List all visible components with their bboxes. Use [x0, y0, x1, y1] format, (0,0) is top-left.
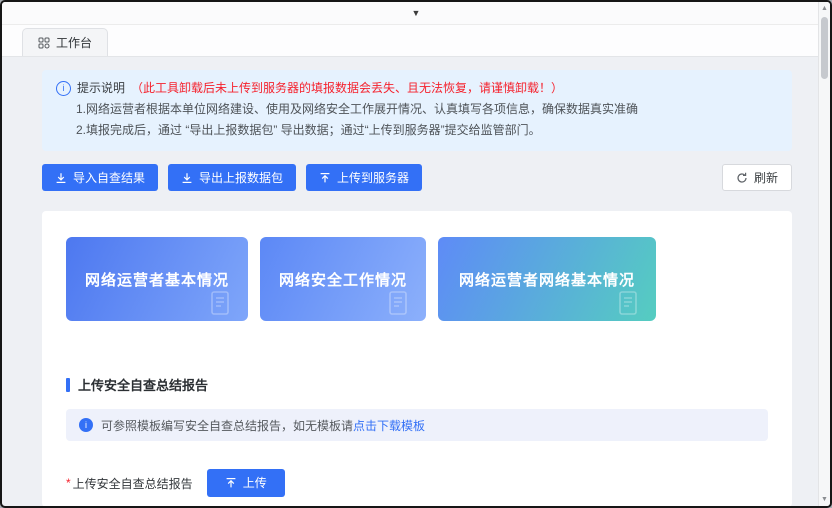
scrollbar-thumb[interactable] — [821, 17, 828, 79]
document-watermark-icon — [386, 290, 410, 316]
upload-icon — [225, 477, 237, 489]
refresh-button-label: 刷新 — [754, 172, 778, 184]
upload-to-server-button[interactable]: 上传到服务器 — [306, 164, 422, 191]
card-security-work[interactable]: 网络安全工作情况 — [260, 237, 426, 321]
section-title-row: 上传安全自查总结报告 — [66, 375, 768, 394]
scroll-down-icon[interactable]: ▼ — [821, 496, 828, 503]
upload-button-label: 上传 — [243, 477, 267, 489]
import-self-check-button[interactable]: 导入自查结果 — [42, 164, 158, 191]
download-icon — [55, 172, 67, 184]
grid-icon — [38, 37, 50, 49]
card-operator-basic-info[interactable]: 网络运营者基本情况 — [66, 237, 248, 321]
card-operator-network-info[interactable]: 网络运营者网络基本情况 — [438, 237, 656, 321]
card-label: 网络安全工作情况 — [279, 269, 407, 290]
export-button-label: 导出上报数据包 — [199, 172, 283, 184]
upload-cloud-icon — [319, 172, 331, 184]
download-icon — [181, 172, 193, 184]
required-mark: * — [66, 476, 71, 490]
export-data-package-button[interactable]: 导出上报数据包 — [168, 164, 296, 191]
notice-alert: i 提示说明 （此工具卸载后未上传到服务器的填报数据会丢失、且无法恢复，请谨慎卸载… — [42, 70, 792, 151]
alert-headline: i 提示说明 （此工具卸载后未上传到服务器的填报数据会丢失、且无法恢复，请谨慎卸载… — [56, 79, 778, 98]
section-marker — [66, 378, 70, 392]
collapse-arrow-icon[interactable]: ▼ — [412, 9, 421, 18]
main-content: i 提示说明 （此工具卸载后未上传到服务器的填报数据会丢失、且无法恢复，请谨慎卸载… — [2, 57, 830, 503]
import-button-label: 导入自查结果 — [73, 172, 145, 184]
vertical-scrollbar[interactable]: ▲ ▼ — [818, 2, 830, 506]
download-template-link[interactable]: 点击下载模板 — [353, 419, 425, 433]
tab-workbench[interactable]: 工作台 — [22, 28, 108, 56]
toolbar-collapse-strip: ▼ — [2, 2, 830, 25]
document-watermark-icon — [616, 290, 640, 316]
info-circle-icon: i — [56, 81, 71, 96]
alert-title: 提示说明 — [77, 79, 125, 98]
scroll-up-icon[interactable]: ▲ — [821, 5, 828, 12]
template-hint-bar: i 可参照模板编写安全自查总结报告，如无模板请点击下载模板 — [66, 409, 768, 441]
app-window: ▼ 工作台 i 提示说明 （此工具卸载后未上传到服务器的填报数据会丢失、且无法恢复… — [0, 0, 832, 508]
upload-server-button-label: 上传到服务器 — [337, 172, 409, 184]
refresh-button[interactable]: 刷新 — [722, 164, 792, 191]
tab-label: 工作台 — [56, 34, 92, 51]
refresh-icon — [736, 172, 748, 184]
upload-report-row: * 上传安全自查总结报告 上传 — [66, 469, 768, 497]
hint-text: 可参照模板编写安全自查总结报告，如无模板请点击下载模板 — [101, 417, 425, 434]
info-filled-icon: i — [79, 418, 93, 432]
alert-warning-text: （此工具卸载后未上传到服务器的填报数据会丢失、且无法恢复，请谨慎卸载！） — [131, 79, 563, 98]
alert-line-2: 2.填报完成后，通过 “导出上报数据包” 导出数据；通过“上传到服务器”提交给监… — [56, 121, 778, 140]
alert-line-1: 1.网络运营者根据本单位网络建设、使用及网络安全工作展开情况、认真填写各项信息，… — [56, 100, 778, 119]
card-label: 网络运营者网络基本情况 — [459, 269, 635, 290]
workbench-panel: 网络运营者基本情况 网络安全工作情况 — [42, 211, 792, 507]
section-title: 上传安全自查总结报告 — [78, 375, 208, 394]
upload-report-button[interactable]: 上传 — [207, 469, 285, 497]
document-watermark-icon — [208, 290, 232, 316]
action-toolbar: 导入自查结果 导出上报数据包 上传到服务器 — [42, 164, 792, 191]
card-label: 网络运营者基本情况 — [85, 269, 229, 290]
nav-cards-row: 网络运营者基本情况 网络安全工作情况 — [66, 237, 768, 321]
upload-field-label: 上传安全自查总结报告 — [73, 475, 193, 492]
tab-bar: 工作台 — [2, 25, 830, 57]
